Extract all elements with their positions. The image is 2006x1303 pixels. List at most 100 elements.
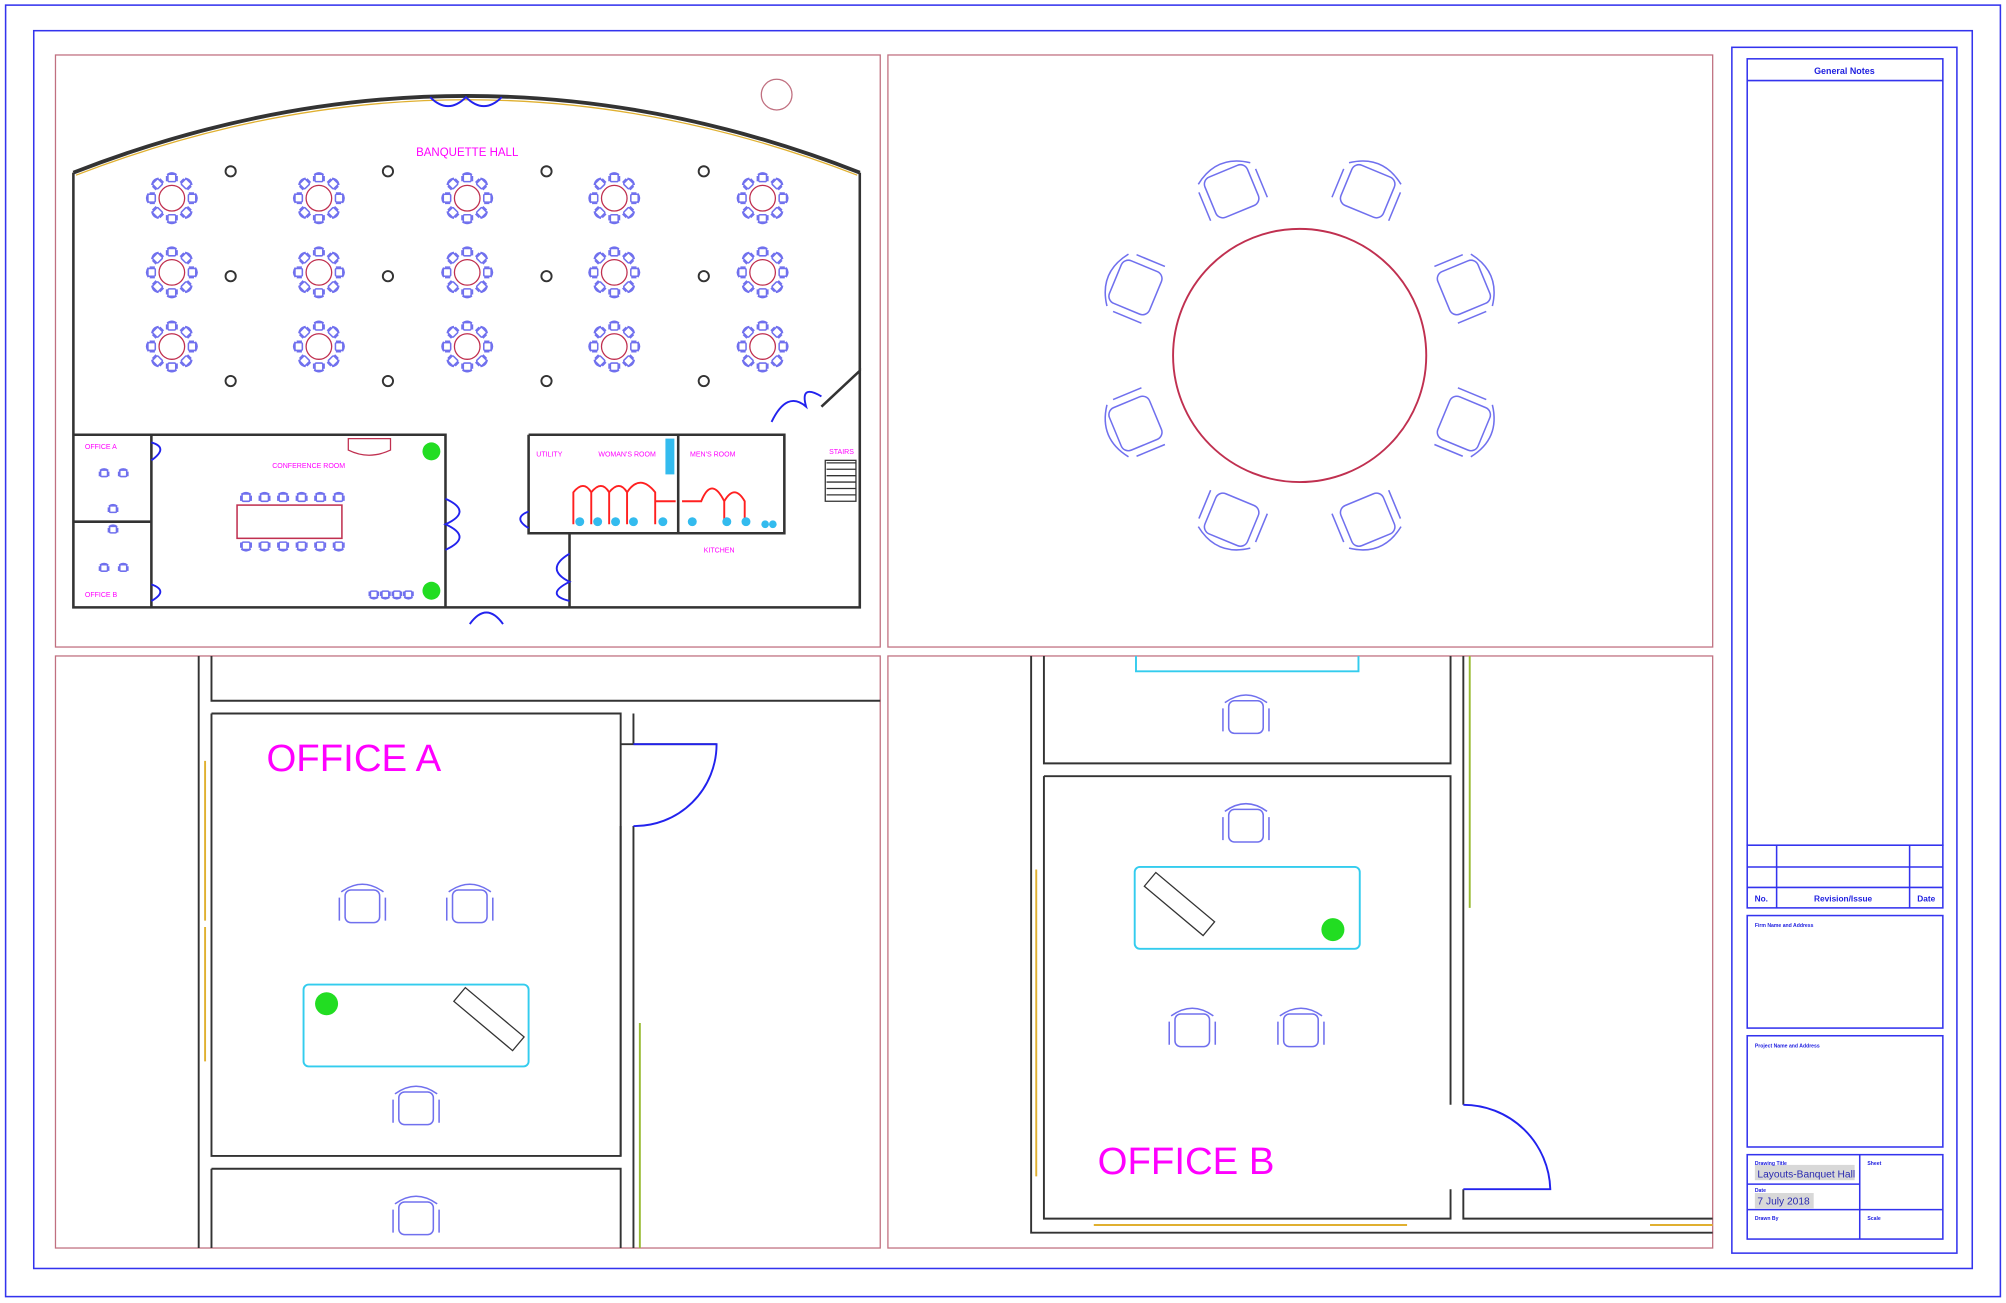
chair-icon (165, 246, 178, 257)
chair-icon (1277, 1007, 1325, 1048)
chair-icon (298, 354, 312, 368)
firm-label: Firm Name and Address (1755, 923, 1814, 929)
chair-icon (1434, 387, 1495, 458)
chair-icon (630, 266, 641, 279)
viewport-round-table[interactable] (887, 54, 1714, 648)
stairs (826, 462, 856, 496)
chair-icon (770, 251, 784, 265)
viewport-office-b[interactable]: OFFICE B (887, 655, 1714, 1249)
label-utility: UTILITY (536, 451, 562, 458)
date-label: Date (1755, 1188, 1766, 1194)
chair-icon (403, 590, 414, 600)
chair-icon (1168, 1007, 1217, 1048)
chair-icon (446, 177, 460, 191)
date-value: 7 July 2018 (1757, 1197, 1810, 1208)
chair-icon (312, 362, 325, 373)
chair-icon (622, 205, 636, 219)
banquet-table (305, 333, 333, 360)
chair-icon (165, 213, 178, 225)
label-office-b: OFFICE B (85, 592, 118, 599)
chair-icon (312, 246, 325, 257)
column (697, 270, 710, 283)
chair-icon (326, 205, 340, 219)
banquet-table (453, 258, 481, 286)
column (381, 165, 395, 178)
chair-icon (741, 280, 755, 294)
chair-icon (483, 340, 494, 353)
banquet-table (158, 258, 186, 286)
chair-icon (474, 325, 488, 339)
chair-icon (1434, 253, 1495, 324)
project-label: Project Name and Address (1755, 1043, 1820, 1049)
column (381, 374, 395, 388)
chair-icon (593, 325, 607, 339)
plant-icons (422, 442, 441, 600)
chair-icon (1197, 489, 1269, 551)
chair-icon (778, 266, 789, 279)
banquet-table (749, 258, 777, 286)
banquet-table (453, 333, 481, 360)
chair-icon (326, 251, 340, 265)
chair-icon (179, 325, 193, 339)
chair-icon (1222, 802, 1270, 843)
chair-icon (593, 177, 607, 191)
chair-icon (165, 288, 178, 299)
chair-icon (474, 280, 488, 294)
chair-icon (179, 205, 193, 219)
chair-icon (461, 213, 474, 225)
chair-icon (98, 562, 110, 572)
chair-icon (314, 541, 327, 552)
chair-icon (332, 491, 345, 503)
drawing-title-label: Drawing Title (1755, 1161, 1787, 1167)
column (224, 270, 237, 283)
chair-icon (778, 340, 789, 353)
keyboard-icon (452, 986, 526, 1052)
chair-icon (334, 192, 345, 205)
rev-issue-header: Revision/Issue (1814, 893, 1872, 903)
chair-icon (165, 172, 178, 183)
keyboard-icon (1143, 871, 1216, 937)
drawing-sheet: BANQUETTE HALL OFFICE A OFFICE B CONFERE… (4, 4, 2002, 1298)
chair-icon (588, 266, 599, 279)
chair-icon (474, 205, 488, 219)
chair-icon (756, 320, 769, 331)
chair-icon (736, 266, 747, 279)
chair-icon (741, 251, 755, 265)
plant-icon (315, 992, 339, 1016)
label-stairs: STAIRS (829, 449, 854, 456)
chair-icon (446, 280, 460, 294)
chair-icon (630, 340, 641, 353)
chair-icon (446, 251, 460, 265)
chair-icon (151, 325, 165, 339)
chair-icon (292, 266, 304, 279)
chair-icon (277, 491, 290, 503)
round-table-chairs (1104, 160, 1495, 551)
label-banquette-hall: BANQUETTE HALL (416, 147, 519, 159)
conference-chairs (98, 468, 414, 600)
chair-icon (258, 541, 271, 552)
chair-icon (741, 325, 755, 339)
chair-icon (756, 362, 769, 373)
chair-icon (445, 883, 494, 924)
viewport-office-a[interactable]: OFFICE A (54, 655, 881, 1249)
banquet-table (158, 184, 186, 212)
chair-icon (179, 251, 193, 265)
chair-icon (391, 590, 403, 600)
general-notes-heading: General Notes (1814, 66, 1875, 76)
chair-icon (295, 541, 308, 552)
chair-icon (98, 468, 110, 478)
chair-icon (608, 172, 621, 183)
chair-icon (326, 280, 340, 294)
chair-icon (1197, 160, 1269, 222)
chair-icon (240, 541, 252, 552)
banquet-table (305, 184, 333, 212)
plant-icon (1321, 918, 1345, 942)
chair-icon (446, 205, 460, 219)
banquet-table (749, 184, 777, 212)
chair-icon (380, 590, 391, 600)
chair-icon (312, 213, 325, 225)
viewport-banquet-plan[interactable]: BANQUETTE HALL OFFICE A OFFICE B CONFERE… (54, 54, 881, 648)
banquet-table (600, 184, 628, 212)
chair-icon (179, 177, 193, 191)
label-mens-room: MEN'S ROOM (690, 451, 736, 458)
